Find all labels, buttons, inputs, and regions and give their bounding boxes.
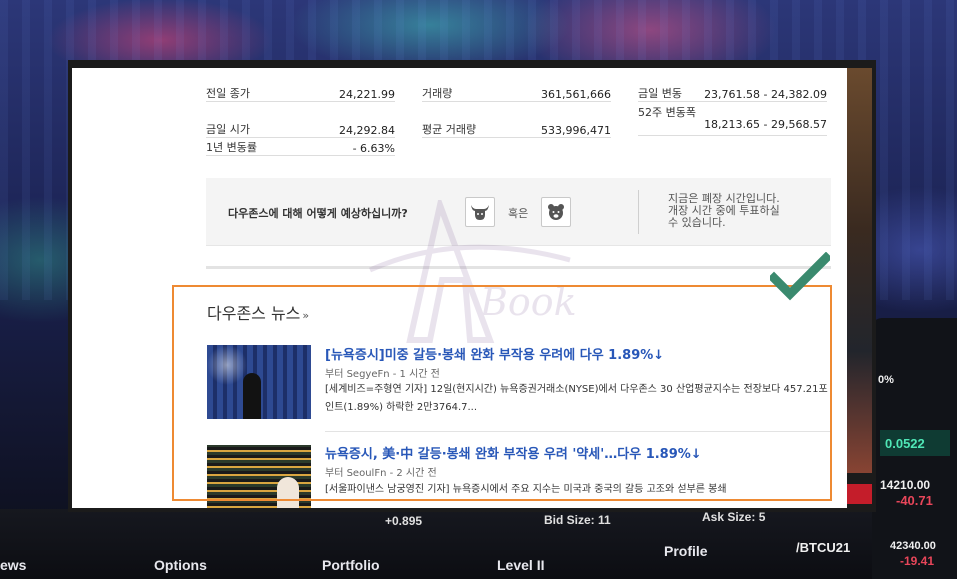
side-red-block [847, 484, 872, 504]
bg-change-2: -19.41 [900, 554, 935, 568]
stat-day-range-label: 금일 변동 [638, 87, 682, 100]
poll-divider [638, 190, 639, 234]
bg-label-profile: Profile [664, 543, 708, 559]
bg-bid-size: Bid Size: 11 [544, 513, 611, 527]
bg-label-partial: ews [0, 557, 27, 573]
bg-change-1: -40.71 [896, 493, 933, 508]
check-icon [770, 252, 830, 301]
bg-price-2: 42340.00 [890, 540, 936, 552]
bg-label-portfolio: Portfolio [322, 557, 380, 573]
stat-prev-close-value: 24,221.99 [339, 88, 395, 101]
bg-ticker: /BTCU21 [796, 540, 851, 555]
bg-delta: +0.895 [385, 514, 423, 528]
stat-avg-volume-value: 533,996,471 [541, 124, 611, 137]
bg-label-options: Options [154, 557, 207, 573]
bg-label-level: Level II [497, 557, 545, 573]
poll-note-line-3: 수 있습니다. [668, 216, 726, 229]
stat-avg-volume: 평균 거래량 533,996,471 [422, 120, 611, 138]
stat-52week-underline [638, 135, 827, 136]
stat-day-range: 금일 변동 23,761.58 - 24,382.09 [638, 84, 827, 102]
bg-green-value: 0.0522 [885, 436, 925, 451]
highlight-box [172, 285, 832, 501]
poll-closed-note: 지금은 폐장 시간입니다. 개장 시간 중에 투표하실 수 있습니다. [668, 193, 828, 229]
stat-year-change-label: 1년 변동률 [206, 141, 257, 154]
stat-52week-value: 18,213.65 - 29,568.57 [704, 118, 827, 131]
bg-percent: 0% [878, 374, 894, 386]
bg-price-1: 14210.00 [880, 478, 931, 492]
stat-volume-label: 거래량 [422, 87, 453, 100]
stat-volume-value: 361,561,666 [541, 88, 611, 101]
side-ad-strip [847, 68, 872, 473]
stat-avg-volume-label: 평균 거래량 [422, 123, 477, 136]
stat-open-value: 24,292.84 [339, 124, 395, 137]
stat-open: 금일 시가 24,292.84 [206, 120, 395, 138]
stat-year-change: 1년 변동률 - 6.63% [206, 138, 395, 156]
stat-prev-close-label: 전일 종가 [206, 87, 250, 100]
stat-year-change-value: - 6.63% [352, 142, 395, 155]
stat-prev-close: 전일 종가 24,221.99 [206, 84, 395, 102]
stat-volume: 거래량 361,561,666 [422, 84, 611, 102]
stat-day-range-value: 23,761.58 - 24,382.09 [704, 88, 827, 101]
stat-open-label: 금일 시가 [206, 123, 250, 136]
bg-ask-size: Ask Size: 5 [702, 510, 766, 524]
